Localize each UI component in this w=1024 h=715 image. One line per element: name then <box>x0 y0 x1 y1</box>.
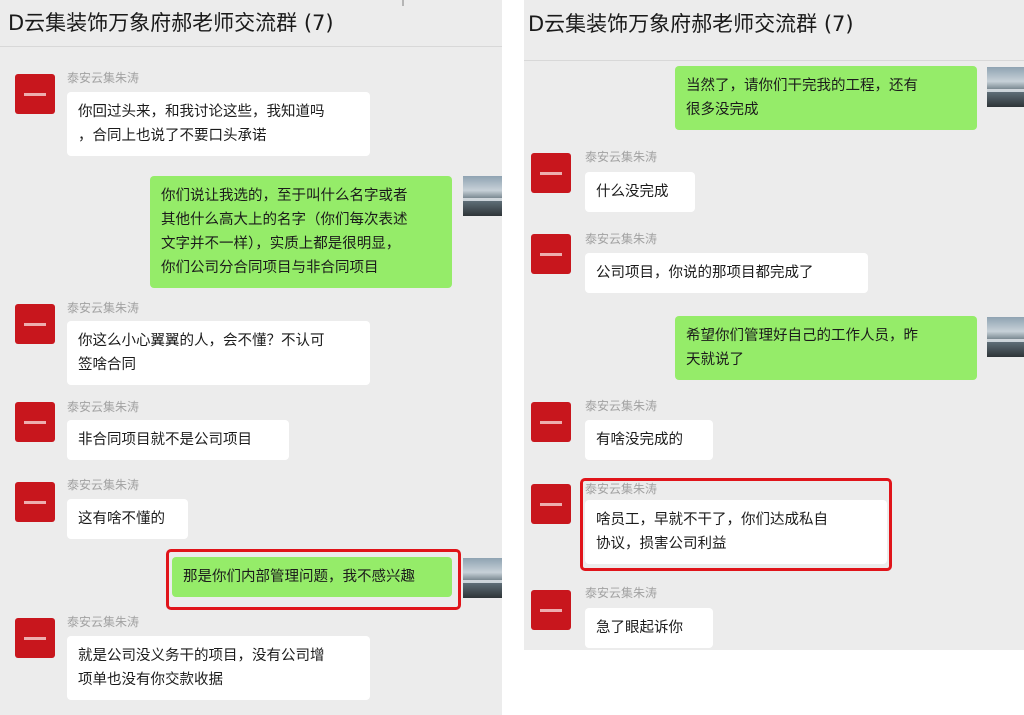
landscape-photo-icon <box>463 198 502 201</box>
chat-window-left: D云集装饰万象府郝老师交流群 (7) 泰安云集朱涛 你回过头来，和我讨论这些，我… <box>0 0 502 715</box>
sender-name: 泰安云集朱涛 <box>67 615 140 629</box>
sender-avatar-icon[interactable] <box>531 484 571 524</box>
incoming-message-bubble[interactable]: 急了眼起诉你 <box>585 608 713 648</box>
sender-avatar-icon[interactable] <box>15 74 55 114</box>
group-chat-title: D云集装饰万象府郝老师交流群 (7) <box>8 11 334 35</box>
sender-name: 泰安云集朱涛 <box>585 399 658 413</box>
company-logo-icon <box>540 171 562 175</box>
sender-avatar-icon[interactable] <box>531 402 571 442</box>
company-logo-icon <box>540 608 562 612</box>
sender-name: 泰安云集朱涛 <box>67 478 140 492</box>
incoming-message-bubble[interactable]: 非合同项目就不是公司项目 <box>67 420 289 460</box>
outgoing-message-bubble[interactable]: 希望你们管理好自己的工作人员，昨 天就说了 <box>675 316 977 380</box>
header-divider-mark <box>402 0 404 6</box>
company-logo-icon <box>540 502 562 506</box>
incoming-message-bubble[interactable]: 有啥没完成的 <box>585 420 713 460</box>
my-avatar-icon[interactable] <box>987 67 1024 107</box>
sender-avatar-icon[interactable] <box>531 590 571 630</box>
chat-header: D云集装饰万象府郝老师交流群 (7) <box>0 0 502 47</box>
my-avatar-icon[interactable] <box>463 558 502 598</box>
sender-name: 泰安云集朱涛 <box>67 71 140 85</box>
sender-name: 泰安云集朱涛 <box>585 586 658 600</box>
company-logo-icon <box>24 420 46 424</box>
incoming-message-bubble[interactable]: 啥员工，早就不干了，你们达成私自 协议，损害公司利益 <box>585 500 887 564</box>
sender-avatar-icon[interactable] <box>15 482 55 522</box>
landscape-photo-icon <box>987 89 1024 92</box>
sender-avatar-icon[interactable] <box>531 234 571 274</box>
sender-avatar-icon[interactable] <box>15 402 55 442</box>
company-logo-icon <box>24 92 46 96</box>
my-avatar-icon[interactable] <box>987 317 1024 357</box>
sender-avatar-icon[interactable] <box>15 618 55 658</box>
my-avatar-icon[interactable] <box>463 176 502 216</box>
sender-name: 泰安云集朱涛 <box>585 482 658 496</box>
incoming-message-bubble[interactable]: 就是公司没义务干的项目，没有公司增 项单也没有你交款收据 <box>67 636 370 700</box>
sender-name: 泰安云集朱涛 <box>585 150 658 164</box>
incoming-message-bubble[interactable]: 这有啥不懂的 <box>67 499 188 539</box>
chat-window-right: D云集装饰万象府郝老师交流群 (7) 当然了，请你们干完我的工程，还有 很多没完… <box>524 0 1024 650</box>
landscape-photo-icon <box>463 580 502 583</box>
company-logo-icon <box>24 636 46 640</box>
sender-name: 泰安云集朱涛 <box>585 232 658 246</box>
incoming-message-bubble[interactable]: 你回过头来，和我讨论这些，我知道吗 ，合同上也说了不要口头承诺 <box>67 92 370 156</box>
incoming-message-bubble[interactable]: 什么没完成 <box>585 172 695 212</box>
chat-header: D云集装饰万象府郝老师交流群 (7) <box>524 0 1024 61</box>
outgoing-message-bubble[interactable]: 那是你们内部管理问题，我不感兴趣 <box>172 557 452 597</box>
outgoing-message-bubble[interactable]: 当然了，请你们干完我的工程，还有 很多没完成 <box>675 66 977 130</box>
company-logo-icon <box>24 322 46 326</box>
sender-name: 泰安云集朱涛 <box>67 400 140 414</box>
landscape-photo-icon <box>987 339 1024 342</box>
outgoing-message-bubble[interactable]: 你们说让我选的，至于叫什么名字或者 其他什么高大上的名字（你们每次表述 文字并不… <box>150 176 452 288</box>
company-logo-icon <box>540 252 562 256</box>
company-logo-icon <box>24 500 46 504</box>
sender-avatar-icon[interactable] <box>15 304 55 344</box>
group-chat-title: D云集装饰万象府郝老师交流群 (7) <box>528 12 854 36</box>
sender-avatar-icon[interactable] <box>531 153 571 193</box>
incoming-message-bubble[interactable]: 公司项目，你说的那项目都完成了 <box>585 253 868 293</box>
incoming-message-bubble[interactable]: 你这么小心翼翼的人，会不懂？不认可 签啥合同 <box>67 321 370 385</box>
company-logo-icon <box>540 420 562 424</box>
sender-name: 泰安云集朱涛 <box>67 301 140 315</box>
